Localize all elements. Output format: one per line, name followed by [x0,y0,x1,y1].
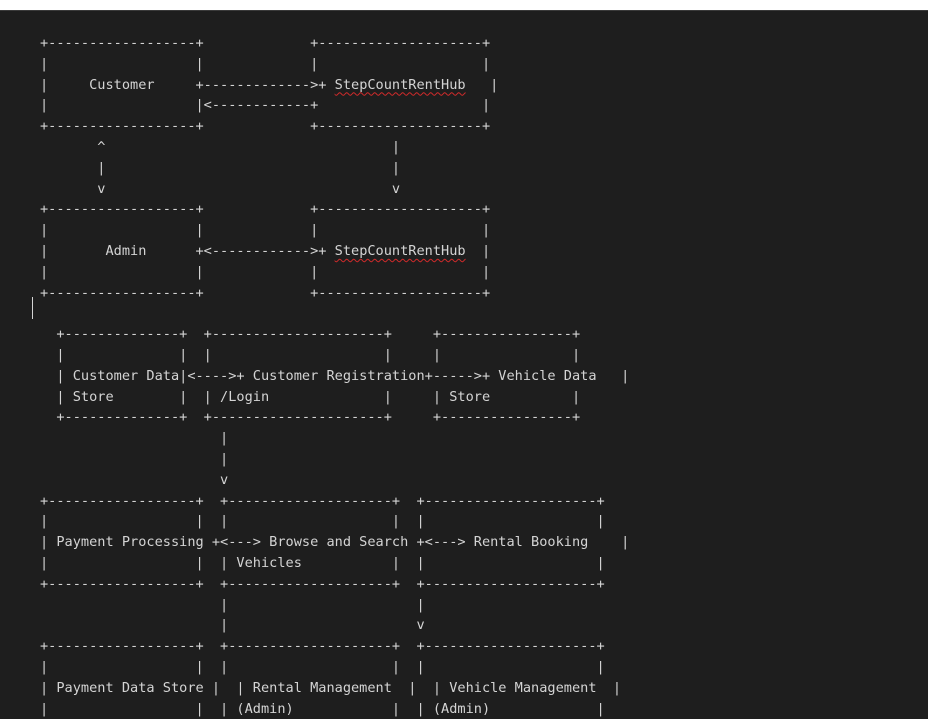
diagram-line: | | | Vehicles | | | [40,554,605,571]
diagram-line: +------------------+ +------------------… [40,35,491,51]
diagram-line: | | | (Admin) | | (Admin) | [40,700,605,717]
diagram-line: +------------------+ +------------------… [40,492,605,509]
ascii-diagram: +------------------+ +------------------… [40,33,629,719]
spellcheck-word: StepCountRentHub [334,242,466,259]
diagram-line: | Payment Data Store | | Rental Manageme… [40,679,622,696]
diagram-line: | [40,450,229,467]
diagram-line: | | | | [40,222,491,239]
diagram-line: | | [40,159,401,176]
diagram-line: v v [40,180,401,197]
diagram-line: ^ | [40,138,401,155]
diagram-line: | |<------------+ | [40,97,491,114]
screenshot-frame: +------------------+ +------------------… [0,0,933,719]
diagram-line: v [40,471,229,488]
diagram-line: +------------------+ +------------------… [40,284,491,301]
code-editor[interactable]: +------------------+ +------------------… [0,10,928,719]
diagram-line: +--------------+ +---------------------+… [40,409,581,426]
text-cursor [32,297,33,319]
diagram-line: | Payment Processing +<---> Browse and S… [40,534,630,551]
diagram-line: | [40,430,229,447]
diagram-line: | | | | [40,55,491,72]
diagram-line: +------------------+ +------------------… [40,575,605,592]
diagram-line: +--------------+ +---------------------+… [40,326,581,343]
diagram-line: | | [40,596,425,613]
diagram-line: | | | | [40,263,491,280]
spellcheck-word: StepCountRentHub [334,76,466,93]
diagram-line: | Admin +<------------>+ StepCountRentHu… [40,242,491,259]
diagram-line: +------------------+ +------------------… [40,638,605,655]
diagram-line: | Customer +------------->+ StepCountRen… [40,76,499,93]
diagram-line: +------------------+ +------------------… [40,201,491,218]
diagram-line: +------------------+ +------------------… [40,118,491,135]
diagram-line: | Store | | /Login | | Store | [40,388,581,405]
diagram-line: | | | | | | [40,658,605,675]
diagram-line: | v [40,617,425,634]
diagram-line: | | | | | | [40,346,581,363]
diagram-line: | Customer Data|<---->+ Customer Registr… [40,367,630,384]
diagram-line: | | | | | | [40,513,605,530]
